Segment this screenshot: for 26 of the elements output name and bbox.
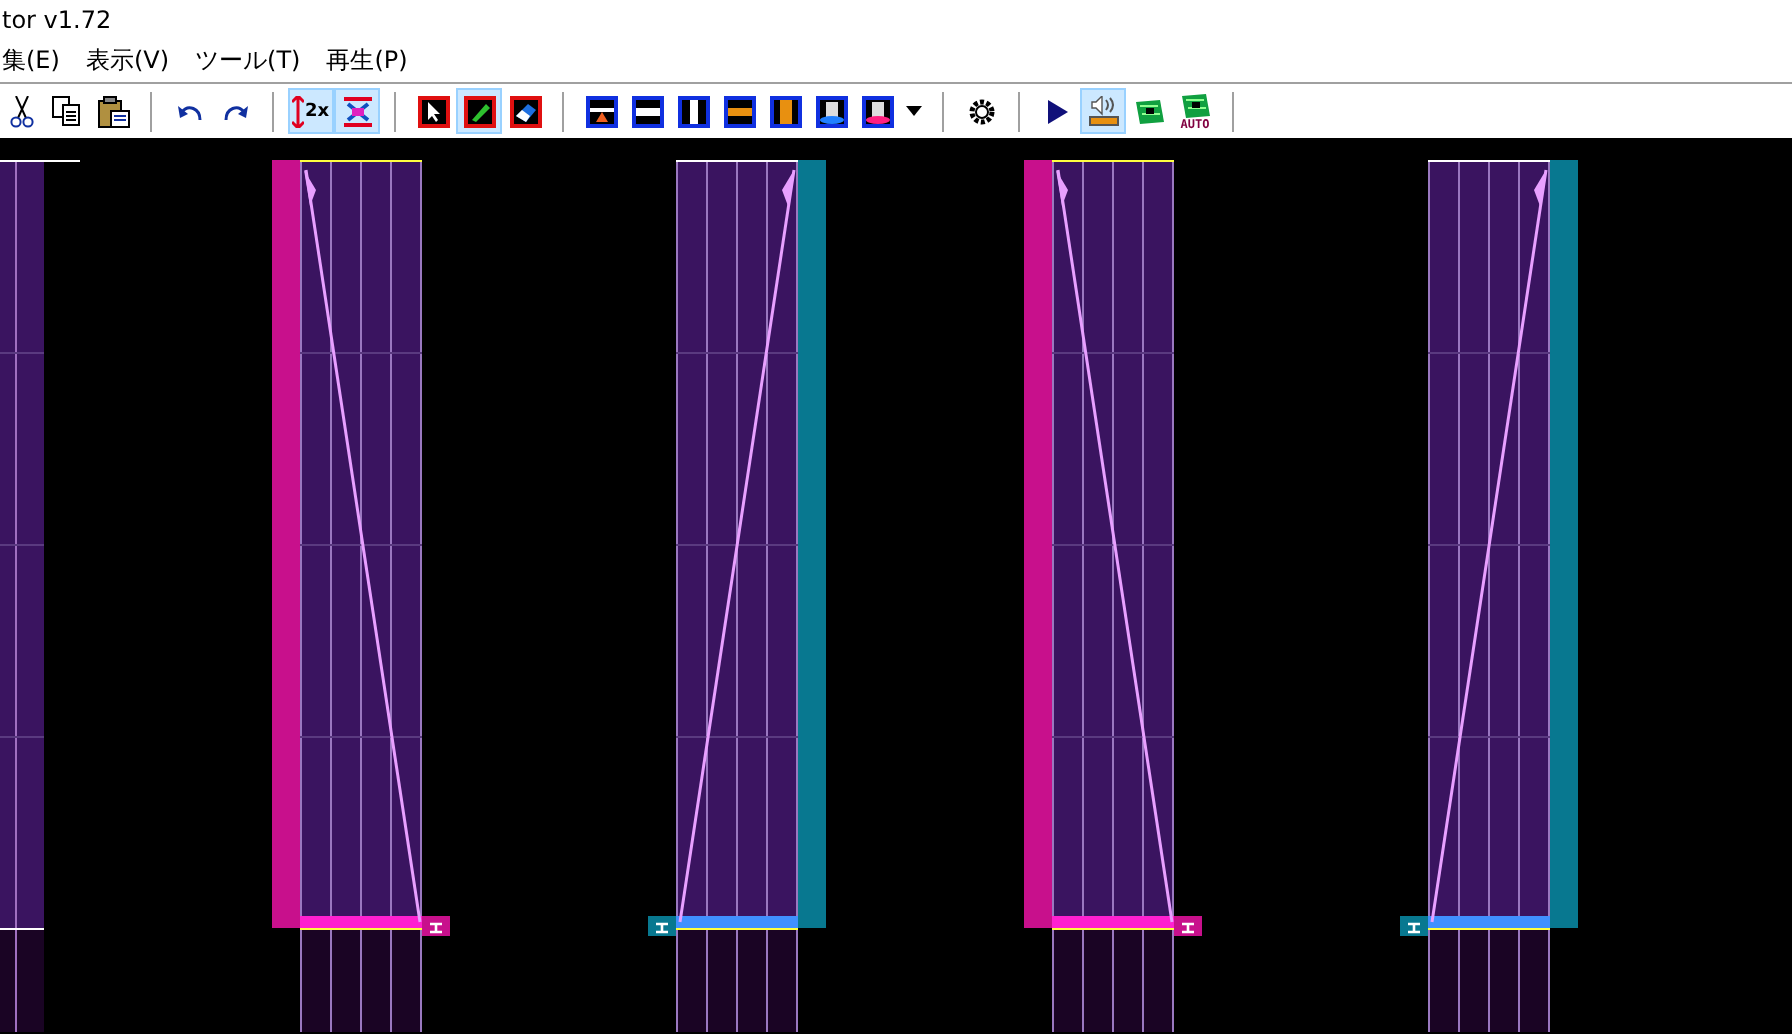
film-icon — [1133, 97, 1165, 125]
toolbar-button[interactable] — [1080, 88, 1126, 134]
cylinder-icon — [865, 99, 889, 123]
paste-icon — [97, 95, 129, 127]
cylinder-icon — [819, 99, 843, 123]
overlap-icon — [341, 95, 373, 127]
pencil-icon — [467, 99, 491, 123]
toolbar-button[interactable] — [456, 88, 502, 134]
menu-item[interactable]: ツール(T) — [195, 43, 301, 77]
copy-icon — [52, 96, 82, 126]
settings-icon — [967, 97, 995, 125]
film-icon — [1179, 91, 1211, 119]
arrow-icon — [292, 95, 305, 127]
scissors-icon — [9, 95, 33, 127]
eraser-icon — [513, 99, 537, 123]
redo-icon — [221, 101, 249, 121]
speed-label: 2x — [304, 101, 330, 121]
menu-item[interactable]: 表示(V) — [85, 43, 170, 77]
speaker-icon — [1087, 95, 1119, 127]
toolbar-button[interactable]: 2x — [288, 88, 334, 134]
play-icon — [1047, 99, 1067, 123]
undo-icon — [175, 101, 203, 121]
menu-item[interactable]: 集(E) — [2, 43, 60, 77]
window-title: tor v1.72 — [2, 5, 112, 33]
menu-item[interactable]: 再生(P) — [326, 43, 408, 77]
caret-icon — [906, 106, 922, 116]
